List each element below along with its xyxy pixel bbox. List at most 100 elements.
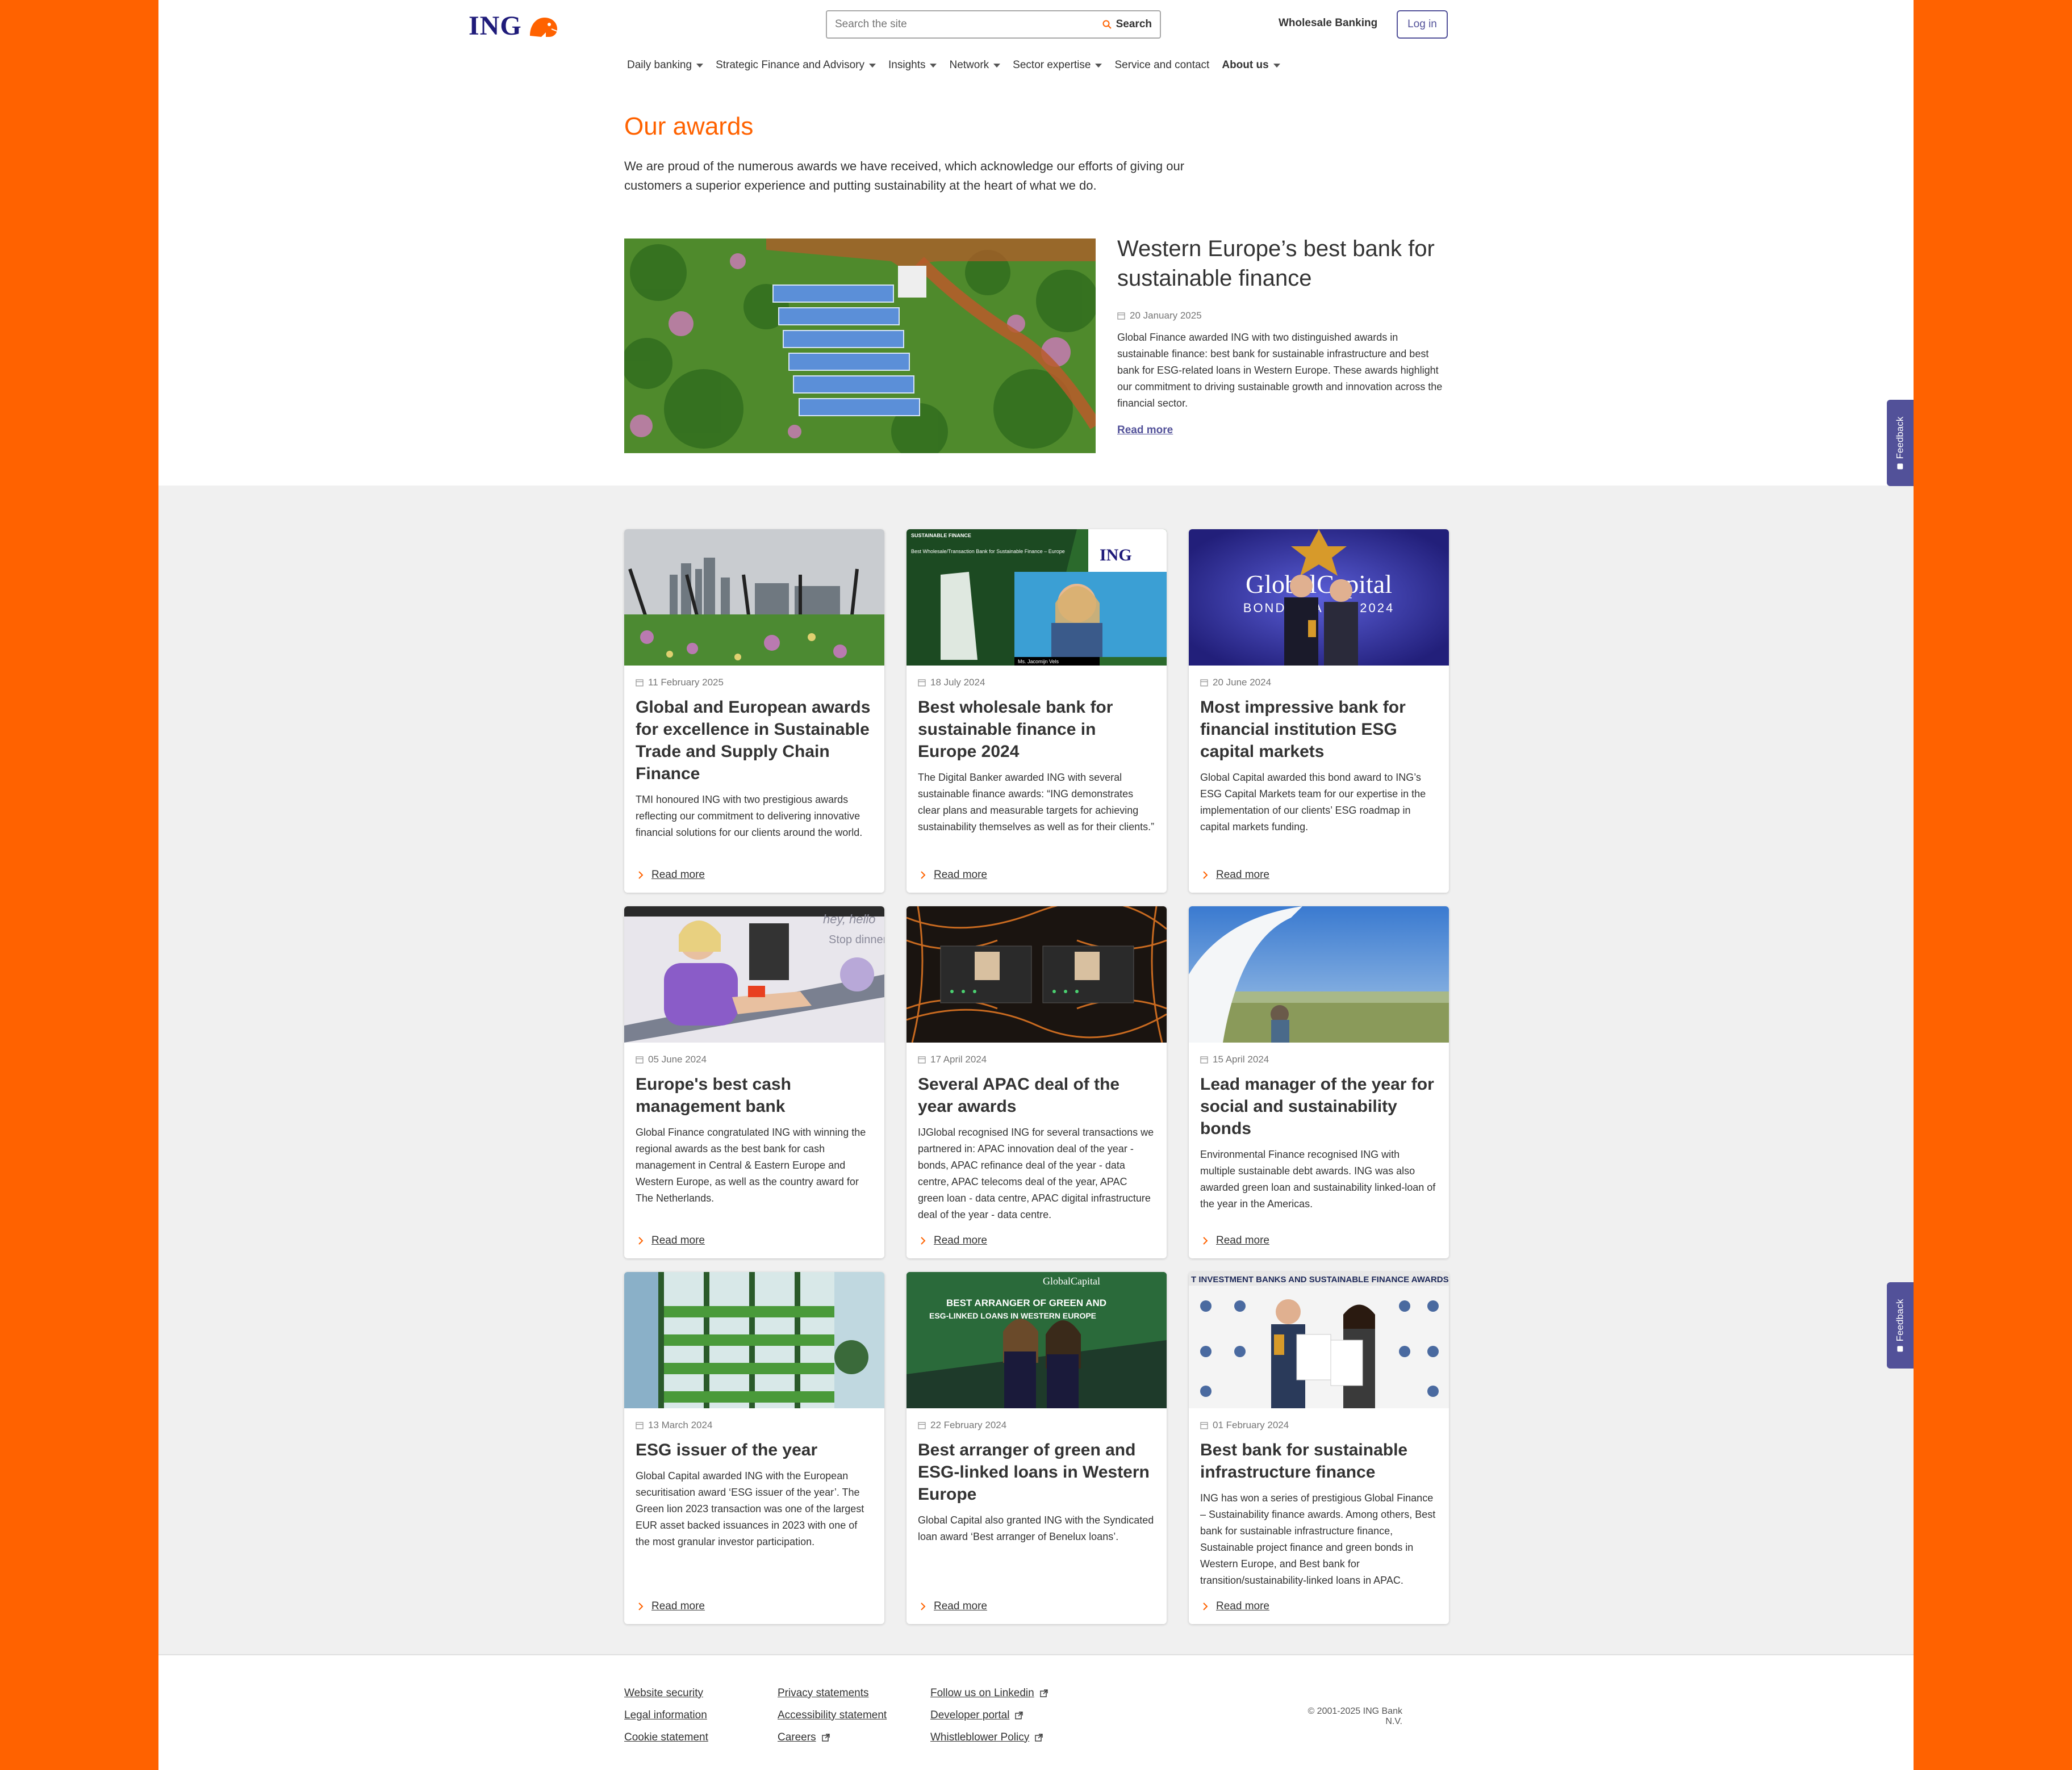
footer-divider	[158, 1654, 1914, 1655]
search-button[interactable]: Search	[1102, 18, 1152, 31]
award-card[interactable]: 11 February 2025 Global and European awa…	[624, 529, 884, 893]
read-more-label: Read more	[934, 1235, 987, 1246]
feedback-icon	[1897, 1346, 1903, 1352]
award-card-date-text: 17 April 2024	[930, 1054, 987, 1065]
feature-image-solar-field[interactable]	[624, 238, 1096, 453]
award-card-read-more-link[interactable]: Read more	[638, 1235, 705, 1247]
card-image-heading: SUSTAINABLE FINANCE	[911, 533, 971, 538]
footer-link-follow-us-on-linkedin[interactable]: Follow us on Linkedin	[930, 1682, 1048, 1704]
chevron-down-icon	[869, 63, 876, 68]
award-card-date-text: 18 July 2024	[930, 677, 985, 688]
award-card-title: Several APAC deal of the year awards	[918, 1075, 1120, 1116]
award-card-read-more-link[interactable]: Read more	[920, 1600, 987, 1613]
external-link-icon	[1040, 1689, 1048, 1697]
feature-title: Western Europe’s best bank for sustainab…	[1117, 236, 1435, 291]
read-more-label: Read more	[1216, 869, 1269, 881]
feedback-label: Feedback	[1894, 416, 1906, 459]
footer-link-accessibility-statement[interactable]: Accessibility statement	[778, 1704, 887, 1726]
feature-date-text: 20 January 2025	[1130, 310, 1202, 321]
award-card[interactable]: 17 April 2024 Several APAC deal of the y…	[907, 906, 1167, 1258]
award-card-image	[907, 906, 1167, 1043]
footer-link-privacy-statements[interactable]: Privacy statements	[778, 1682, 887, 1704]
award-card[interactable]: 13 March 2024 ESG issuer of the year Glo…	[624, 1272, 884, 1624]
search-button-label: Search	[1116, 18, 1152, 30]
award-card-read-more-link[interactable]: Read more	[1202, 1600, 1269, 1613]
external-link-icon	[1035, 1733, 1043, 1742]
wholesale-banking-link[interactable]: Wholesale Banking	[1279, 17, 1377, 30]
footer-link-developer-portal[interactable]: Developer portal	[930, 1704, 1048, 1726]
award-card-read-more-link[interactable]: Read more	[638, 1600, 705, 1613]
feature-read-more-link[interactable]: Read more	[1117, 424, 1173, 437]
chevron-right-icon	[1203, 871, 1208, 879]
nav-item-strategic-finance-and-advisory[interactable]: Strategic Finance and Advisory	[716, 59, 876, 72]
search-input[interactable]	[835, 18, 1102, 31]
award-card-date: 20 June 2024	[1200, 677, 1438, 688]
chevron-down-icon	[1273, 63, 1280, 68]
footer-link-legal-information[interactable]: Legal information	[624, 1704, 708, 1726]
award-card[interactable]: T INVESTMENT BANKS AND SUSTAINABLE FINAN…	[1189, 1272, 1449, 1624]
award-card-date-text: 20 June 2024	[1213, 677, 1272, 688]
footer-link-cookie-statement[interactable]: Cookie statement	[624, 1726, 708, 1748]
award-card-read-more-link[interactable]: Read more	[920, 869, 987, 881]
award-card-read-more-link[interactable]: Read more	[1202, 1235, 1269, 1247]
footer-link-label: Accessibility statement	[778, 1709, 887, 1721]
ing-logo[interactable]: ING	[469, 10, 561, 41]
search-box: Search	[826, 10, 1161, 39]
nav-item-label: About us	[1222, 59, 1269, 71]
card-image-sign: BEST ARRANGER OF GREEN AND	[946, 1298, 1106, 1308]
nav-item-service-and-contact[interactable]: Service and contact	[1114, 59, 1209, 72]
nav-item-label: Insights	[888, 59, 926, 71]
award-card-read-more-link[interactable]: Read more	[920, 1235, 987, 1247]
read-more-label: Read more	[1216, 1235, 1269, 1246]
calendar-icon	[1200, 1422, 1208, 1429]
award-card-date: 17 April 2024	[918, 1054, 1155, 1065]
award-card[interactable]: GlobalCapital BOND AWARDS 2024 20 June 2…	[1189, 529, 1449, 893]
feedback-icon	[1897, 463, 1903, 470]
nav-item-label: Strategic Finance and Advisory	[716, 59, 864, 71]
footer-link-label: Careers	[778, 1731, 816, 1743]
footer-column-1: Website security Legal information Cookie …	[624, 1682, 708, 1748]
footer-link-website-security[interactable]: Website security	[624, 1682, 708, 1704]
nav-item-about-us[interactable]: About us	[1222, 59, 1280, 72]
nav-item-sector-expertise[interactable]: Sector expertise	[1013, 59, 1102, 72]
chevron-down-icon	[1095, 63, 1102, 68]
award-card-image: ING SUSTAINABLE FINANCE Best Wholesale/T…	[907, 529, 1167, 666]
award-card-text: IJGlobal recognised ING for several tran…	[918, 1127, 1154, 1220]
award-card-title: Europe's best cash management bank	[636, 1075, 791, 1116]
award-card-text: Global Capital awarded ING with the Euro…	[636, 1470, 864, 1547]
card-image-banner: T INVESTMENT BANKS AND SUSTAINABLE FINAN…	[1191, 1275, 1449, 1284]
feedback-tab-top[interactable]: Feedback	[1887, 400, 1914, 486]
login-button[interactable]: Log in	[1397, 10, 1448, 39]
calendar-icon	[636, 679, 644, 687]
feedback-tab-bottom[interactable]: Feedback	[1887, 1282, 1914, 1369]
read-more-label: Read more	[1216, 1600, 1269, 1612]
calendar-icon	[1117, 312, 1125, 320]
footer-link-whistleblower-policy[interactable]: Whistleblower Policy	[930, 1726, 1048, 1748]
copyright: © 2001-2025 ING Bank N.V.	[1307, 1706, 1402, 1726]
card-image-sign-sub: BOND AWARDS 2024	[1243, 601, 1394, 615]
nav-item-insights[interactable]: Insights	[888, 59, 937, 72]
award-card[interactable]: hey, hello Stop dinner 05 June 2024 Euro…	[624, 906, 884, 1258]
card-image-sign: hey, hello	[823, 912, 876, 926]
award-card-title: Most impressive bank for financial insti…	[1200, 698, 1406, 761]
nav-item-daily-banking[interactable]: Daily banking	[627, 59, 704, 72]
award-card-date: 15 April 2024	[1200, 1054, 1438, 1065]
nav-item-label: Service and contact	[1114, 59, 1210, 71]
award-card[interactable]: ING SUSTAINABLE FINANCE Best Wholesale/T…	[907, 529, 1167, 893]
feature-text: Western Europe’s best bank for sustainab…	[1117, 234, 1448, 437]
footer-link-careers[interactable]: Careers	[778, 1726, 887, 1748]
logo-text: ING	[469, 11, 522, 41]
read-more-label: Read more	[651, 1235, 705, 1246]
nav-item-network[interactable]: Network	[949, 59, 1001, 72]
card-image-logo: ING	[1100, 546, 1132, 564]
nav-item-label: Sector expertise	[1013, 59, 1091, 71]
award-card-read-more-link[interactable]: Read more	[638, 869, 705, 881]
award-card-title: Best bank for sustainable infrastructure…	[1200, 1441, 1408, 1482]
award-card-read-more-link[interactable]: Read more	[1202, 869, 1269, 881]
award-card[interactable]: GlobalCapital BEST ARRANGER OF GREEN AND…	[907, 1272, 1167, 1624]
award-card[interactable]: 15 April 2024 Lead manager of the year f…	[1189, 906, 1449, 1258]
award-card-date-text: 01 February 2024	[1213, 1420, 1289, 1430]
award-card-text: TMI honoured ING with two prestigious aw…	[636, 794, 863, 838]
read-more-label: Read more	[934, 869, 987, 881]
calendar-icon	[1200, 1056, 1208, 1064]
